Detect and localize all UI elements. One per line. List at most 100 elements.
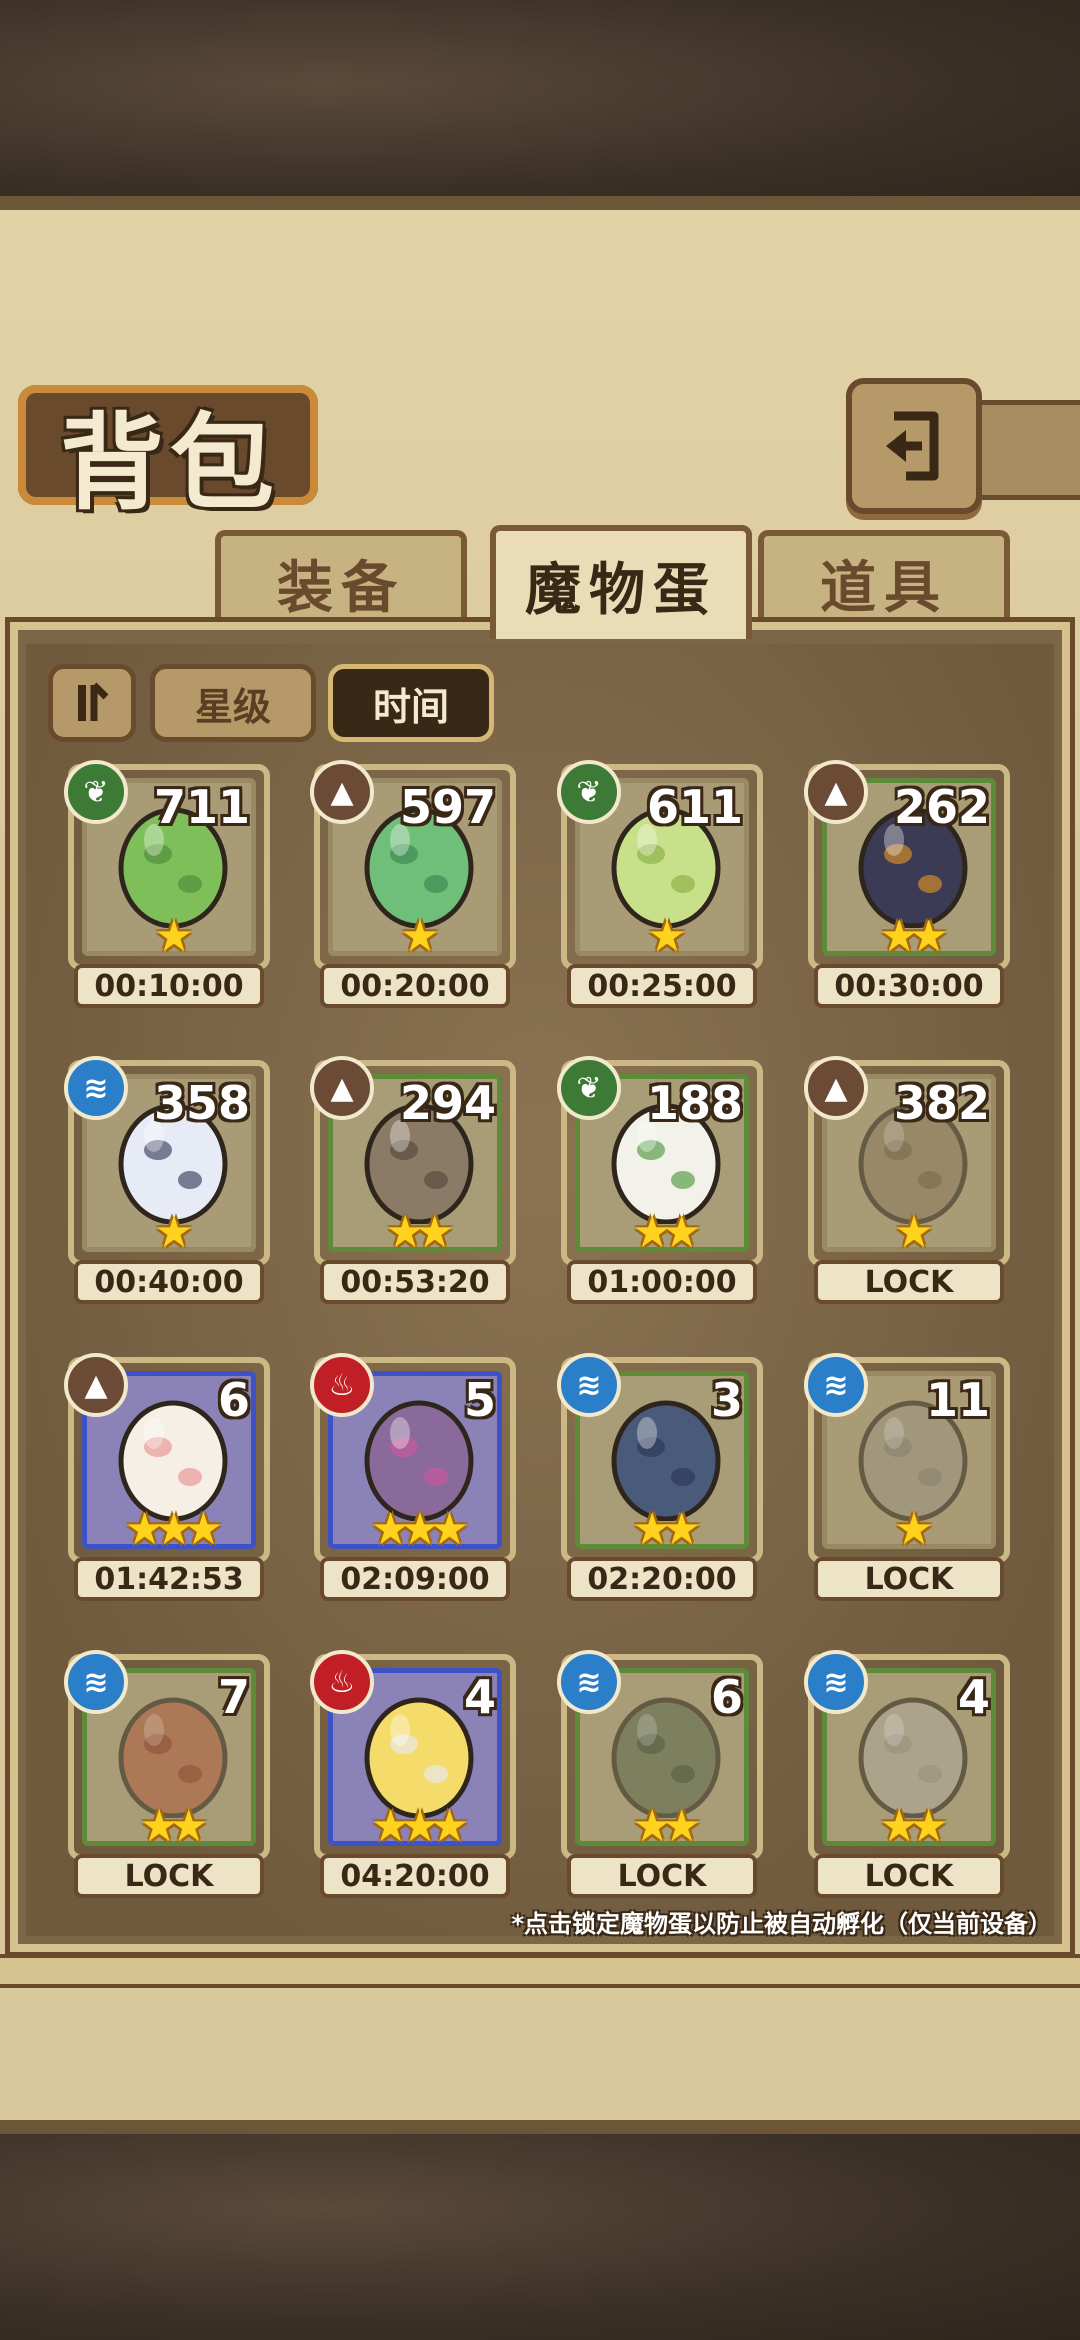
tab-equipment-label: 装备 [277,556,405,621]
water-element-icon: ≋ [64,1650,128,1714]
filter-time-label: 时间 [372,684,449,729]
hatch-timer[interactable]: 00:20:00 [320,964,510,1008]
hatch-timer[interactable]: 01:00:00 [567,1260,757,1304]
sort-order-icon [78,682,109,721]
lock-toggle-button[interactable]: LOCK [567,1854,757,1898]
star-rating: ★★ [632,1504,702,1555]
star-rating: ★★ [139,1801,209,1852]
egg-count: 711 [153,780,250,834]
back-button[interactable] [846,378,982,514]
egg-count: 5 [463,1373,496,1427]
star-rating: ★ [894,1504,933,1555]
hatch-timer[interactable]: 00:53:20 [320,1260,510,1304]
tab-monster-eggs[interactable]: 魔物蛋 [490,525,752,639]
egg-card[interactable]: ▲ 597 ★ [310,760,516,970]
grass-element-icon: ❦ [557,760,621,824]
star-rating: ★★ [632,1801,702,1852]
filter-time-button[interactable]: 时间 [328,664,494,742]
egg-count: 382 [893,1076,990,1130]
earth-element-icon: ▲ [804,760,868,824]
water-element-icon: ≋ [557,1353,621,1417]
tab-items[interactable]: 道具 [758,530,1010,631]
egg-card[interactable]: ≋ 4 ★★ [804,1650,1010,1860]
grass-element-icon: ❦ [557,1056,621,1120]
egg-count: 4 [463,1670,496,1724]
star-rating: ★★ [879,1801,949,1852]
egg-card[interactable]: ≋ 3 ★★ [557,1353,763,1563]
hatch-timer[interactable]: 02:20:00 [567,1557,757,1601]
egg-card[interactable]: ▲ 262 ★★ [804,760,1010,970]
egg-card[interactable]: ▲ 382 ★ [804,1056,1010,1266]
panel-bottom-strip [0,1954,1080,1988]
lock-toggle-button[interactable]: LOCK [814,1557,1004,1601]
lock-toggle-button[interactable]: LOCK [814,1854,1004,1898]
lock-hint-note: *点击锁定魔物蛋以防止被自动孵化（仅当前设备） [511,1910,1052,1938]
tab-monster-eggs-label: 魔物蛋 [525,557,717,623]
egg-card[interactable]: ▲ 6 ★★★ [64,1353,270,1563]
hatch-timer[interactable]: 00:30:00 [814,964,1004,1008]
egg-count: 7 [217,1670,250,1724]
tab-equipment[interactable]: 装备 [215,530,467,631]
water-element-icon: ≋ [804,1353,868,1417]
egg-card[interactable]: ♨ 4 ★★★ [310,1650,516,1860]
sort-order-button[interactable] [48,664,136,742]
filter-star-label: 星级 [194,684,271,729]
earth-element-icon: ▲ [64,1353,128,1417]
star-rating: ★ [647,911,686,962]
star-rating: ★ [400,911,439,962]
star-rating: ★★★ [124,1504,223,1555]
zigzag-edge-bottom [0,2080,1080,2110]
tab-items-label: 道具 [820,556,948,621]
hatch-timer[interactable]: 02:09:00 [320,1557,510,1601]
earth-element-icon: ▲ [310,760,374,824]
star-rating: ★★★ [370,1801,469,1852]
egg-card[interactable]: ≋ 6 ★★ [557,1650,763,1860]
egg-card[interactable]: ❦ 188 ★★ [557,1056,763,1266]
star-rating: ★★ [632,1207,702,1258]
water-element-icon: ≋ [557,1650,621,1714]
fire-element-icon: ♨ [310,1353,374,1417]
hatch-timer[interactable]: 00:25:00 [567,964,757,1008]
map-background-bottom [0,2120,1080,2340]
filter-star-button[interactable]: 星级 [150,664,316,742]
page-title: 背包 [60,401,281,524]
egg-card[interactable]: ≋ 358 ★ [64,1056,270,1266]
egg-count: 188 [646,1076,743,1130]
earth-element-icon: ▲ [310,1056,374,1120]
egg-card[interactable]: ≋ 7 ★★ [64,1650,270,1860]
hatch-timer[interactable]: 01:42:53 [74,1557,264,1601]
egg-count: 294 [399,1076,496,1130]
fire-element-icon: ♨ [310,1650,374,1714]
egg-count: 262 [893,780,990,834]
egg-count: 597 [399,780,496,834]
map-background-top [0,0,1080,210]
egg-card[interactable]: ≋ 11 ★ [804,1353,1010,1563]
egg-card[interactable]: ❦ 611 ★ [557,760,763,970]
zigzag-edge-top [0,215,1080,245]
water-element-icon: ≋ [64,1056,128,1120]
egg-count: 358 [153,1076,250,1130]
egg-card[interactable]: ♨ 5 ★★★ [310,1353,516,1563]
earth-element-icon: ▲ [804,1056,868,1120]
egg-count: 11 [925,1373,990,1427]
star-rating: ★ [154,1207,193,1258]
egg-card[interactable]: ▲ 294 ★★ [310,1056,516,1266]
return-arrow-icon [886,411,939,481]
egg-card[interactable]: ❦ 711 ★ [64,760,270,970]
star-rating: ★ [894,1207,933,1258]
water-element-icon: ≋ [804,1650,868,1714]
hatch-timer[interactable]: 04:20:00 [320,1854,510,1898]
lock-toggle-button[interactable]: LOCK [74,1854,264,1898]
star-rating: ★★★ [370,1504,469,1555]
star-rating: ★ [154,911,193,962]
egg-count: 4 [957,1670,990,1724]
star-rating: ★★ [879,911,949,962]
lock-toggle-button[interactable]: LOCK [814,1260,1004,1304]
grass-element-icon: ❦ [64,760,128,824]
egg-count: 3 [710,1373,743,1427]
hatch-timer[interactable]: 00:40:00 [74,1260,264,1304]
hatch-timer[interactable]: 00:10:00 [74,964,264,1008]
egg-count: 6 [217,1373,250,1427]
egg-count: 611 [646,780,743,834]
star-rating: ★★ [385,1207,455,1258]
